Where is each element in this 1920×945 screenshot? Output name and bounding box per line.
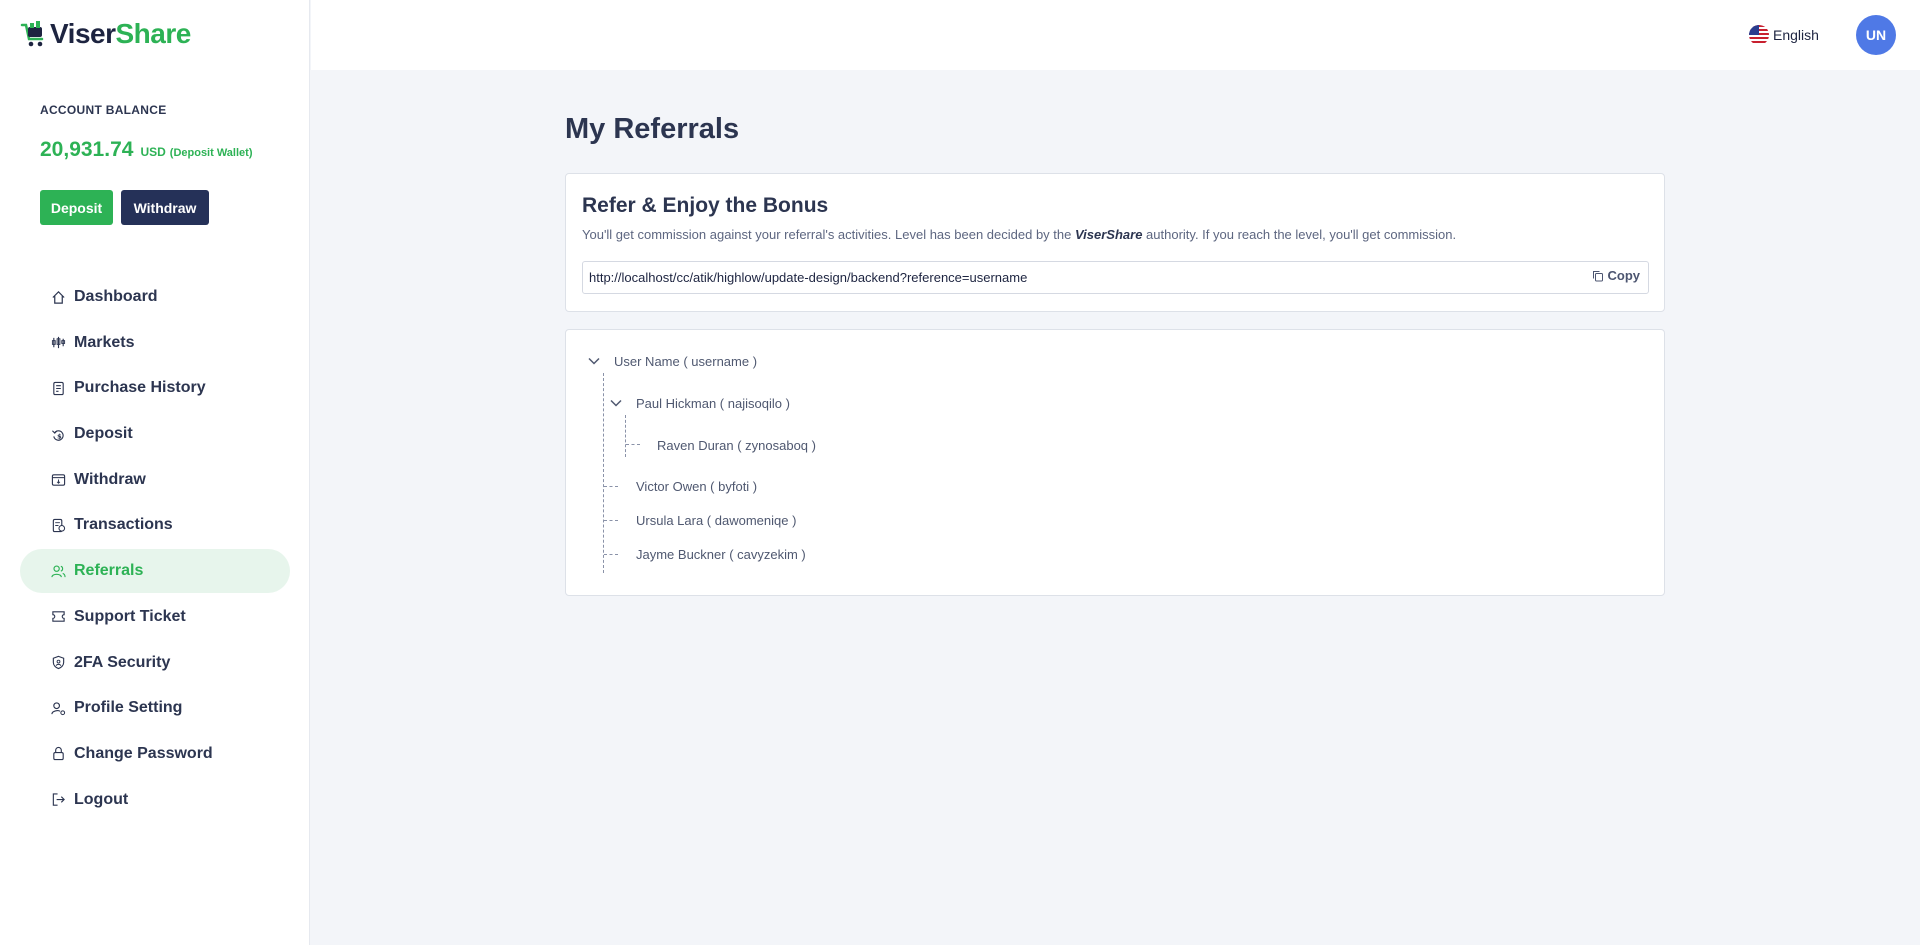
tree-connector xyxy=(604,554,618,555)
tree-node: Paul Hickman ( najisoqilo ) xyxy=(636,396,790,411)
svg-text:$: $ xyxy=(57,432,62,440)
tree-node-root: User Name ( username ) xyxy=(614,354,758,369)
brand-name-part1: Viser xyxy=(50,18,116,49)
sidebar-nav: Dashboard Markets Purchase History $ Dep… xyxy=(20,275,290,823)
logout-icon xyxy=(50,792,66,808)
language-selector[interactable]: English xyxy=(1749,25,1819,45)
refer-desc-brand: ViserShare xyxy=(1074,227,1143,242)
sidebar-item-purchase-history[interactable]: Purchase History xyxy=(20,366,290,410)
sidebar-item-change-password[interactable]: Change Password xyxy=(20,732,290,776)
sidebar-item-label: Change Password xyxy=(74,744,213,762)
shield-icon xyxy=(50,655,66,671)
copy-button[interactable]: Copy xyxy=(1592,268,1641,283)
top-header xyxy=(311,0,1920,70)
withdraw-button[interactable]: Withdraw xyxy=(121,190,209,225)
user-gear-icon xyxy=(50,700,66,716)
tree-connector xyxy=(626,444,640,445)
sidebar-item-label: Referrals xyxy=(74,562,144,580)
refer-desc-text: You'll get commission against your refer… xyxy=(582,227,1075,242)
us-flag-icon xyxy=(1749,25,1769,45)
sidebar-item-2fa-security[interactable]: 2FA Security xyxy=(20,641,290,685)
account-balance-label: ACCOUNT BALANCE xyxy=(40,103,167,117)
refer-description: You'll get commission against your refer… xyxy=(582,227,1456,242)
brand-name-part2: Share xyxy=(115,18,192,49)
brand-logo[interactable]: ViserShare xyxy=(20,18,191,50)
sidebar-item-label: 2FA Security xyxy=(74,653,171,671)
referral-link-value: http://localhost/cc/atik/highlow/update-… xyxy=(589,270,1028,285)
sidebar-item-support-ticket[interactable]: Support Ticket xyxy=(20,595,290,639)
sidebar-item-label: Withdraw xyxy=(74,470,146,488)
tree-node: Raven Duran ( zynosaboq ) xyxy=(657,438,816,453)
sidebar-item-label: Dashboard xyxy=(74,288,158,305)
sidebar-item-label: Support Ticket xyxy=(74,607,186,625)
tree-node: Jayme Buckner ( cavyzekim ) xyxy=(636,547,806,562)
copy-icon xyxy=(1592,270,1603,281)
sidebar-item-withdraw[interactable]: Withdraw xyxy=(20,458,290,502)
account-balance: 20,931.74 USD (Deposit Wallet) xyxy=(40,138,253,162)
refer-title: Refer & Enjoy the Bonus xyxy=(582,194,829,217)
copy-label: Copy xyxy=(1607,268,1641,283)
referral-link-field[interactable]: http://localhost/cc/atik/highlow/update-… xyxy=(582,261,1649,294)
referral-tree-card: User Name ( username ) Paul Hickman ( na… xyxy=(565,329,1665,596)
sidebar-item-transactions[interactable]: Transactions xyxy=(20,503,290,547)
sidebar-item-deposit[interactable]: $ Deposit xyxy=(20,412,290,456)
transactions-icon xyxy=(50,517,66,533)
brand-name: ViserShare xyxy=(50,18,191,50)
tree-connector xyxy=(604,520,618,521)
sidebar-item-label: Transactions xyxy=(74,516,173,534)
sidebar-item-markets[interactable]: Markets xyxy=(20,321,290,365)
receipt-icon xyxy=(50,380,66,396)
sidebar-item-label: Profile Setting xyxy=(74,699,183,717)
tree-connector xyxy=(604,486,618,487)
balance-wallet: (Deposit Wallet) xyxy=(169,147,253,159)
sidebar-item-label: Deposit xyxy=(74,425,133,443)
sidebar: ViserShare ACCOUNT BALANCE 20,931.74 USD… xyxy=(0,0,310,945)
balance-currency: USD xyxy=(140,145,166,159)
lock-icon xyxy=(50,746,66,762)
sidebar-item-logout[interactable]: Logout xyxy=(20,778,290,822)
ticket-icon xyxy=(50,609,66,625)
home-icon xyxy=(50,289,66,305)
tree-connector xyxy=(625,415,626,457)
refer-card: Refer & Enjoy the Bonus You'll get commi… xyxy=(565,173,1665,312)
sidebar-item-label: Logout xyxy=(74,790,129,808)
tree-node: Victor Owen ( byfoti ) xyxy=(636,479,758,494)
chevron-down-icon[interactable] xyxy=(609,396,623,410)
user-avatar[interactable]: UN xyxy=(1856,15,1896,55)
tree-connector xyxy=(603,373,604,573)
deposit-button[interactable]: Deposit xyxy=(40,190,113,225)
page-title: My Referrals xyxy=(565,113,740,145)
deposit-icon: $ xyxy=(50,426,66,442)
cart-logo-icon xyxy=(20,21,44,47)
markets-icon xyxy=(50,335,66,351)
sidebar-item-label: Purchase History xyxy=(74,379,206,397)
withdraw-icon xyxy=(50,472,66,488)
chevron-down-icon[interactable] xyxy=(587,354,601,368)
language-label: English xyxy=(1773,27,1819,43)
sidebar-item-label: Markets xyxy=(74,333,135,351)
tree-node: Ursula Lara ( dawomeniqe ) xyxy=(636,513,797,528)
sidebar-item-profile-setting[interactable]: Profile Setting xyxy=(20,686,290,730)
users-icon xyxy=(50,563,66,579)
balance-amount: 20,931.74 xyxy=(40,138,134,161)
refer-desc-text-end: authority. If you reach the level, you'l… xyxy=(1142,227,1457,242)
sidebar-item-dashboard[interactable]: Dashboard xyxy=(20,275,290,319)
sidebar-item-referrals[interactable]: Referrals xyxy=(20,549,290,594)
